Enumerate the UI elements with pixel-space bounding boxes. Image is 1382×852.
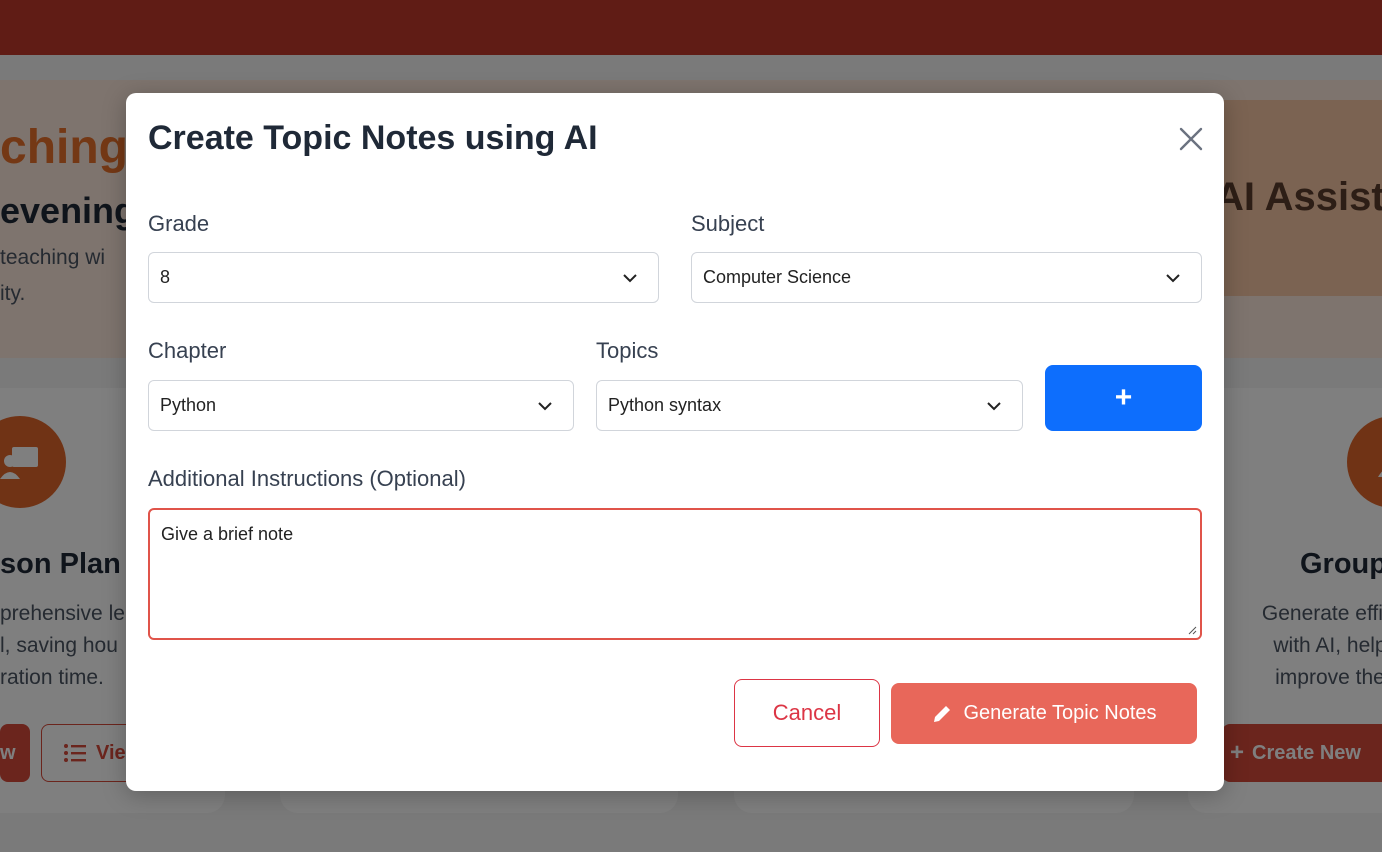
plus-icon: + [1114,381,1133,414]
modal-title: Create Topic Notes using AI [148,119,598,157]
chapter-select[interactable]: Python [148,380,574,431]
topics-select[interactable]: Python syntax [596,380,1023,431]
chevron-down-icon [623,274,637,283]
subject-select[interactable]: Computer Science [691,252,1202,303]
create-topic-notes-modal: Create Topic Notes using AI Grade 8 Subj… [126,93,1224,791]
instructions-textarea[interactable]: Give a brief note [148,508,1202,640]
resize-handle-icon[interactable] [1187,625,1197,635]
instructions-label: Additional Instructions (Optional) [148,466,466,491]
pencil-icon [934,705,951,722]
chapter-label: Chapter [148,338,227,363]
chevron-down-icon [1166,274,1180,283]
chapter-value: Python [160,395,217,415]
grade-label: Grade [148,211,210,236]
generate-label: Generate Topic Notes [963,702,1157,724]
close-icon[interactable] [1176,124,1206,154]
subject-value: Computer Science [703,267,852,287]
subject-label: Subject [691,211,765,236]
chevron-down-icon [987,402,1001,411]
topics-label: Topics [596,338,659,363]
cancel-button[interactable]: Cancel [734,679,880,747]
instructions-value: Give a brief note [161,524,294,544]
generate-topic-notes-button[interactable]: Generate Topic Notes [891,683,1197,744]
grade-select[interactable]: 8 [148,252,659,303]
topics-value: Python syntax [608,395,722,415]
add-topic-button[interactable]: + [1045,365,1202,431]
grade-value: 8 [160,267,171,287]
cancel-label: Cancel [772,700,842,725]
chevron-down-icon [538,402,552,411]
